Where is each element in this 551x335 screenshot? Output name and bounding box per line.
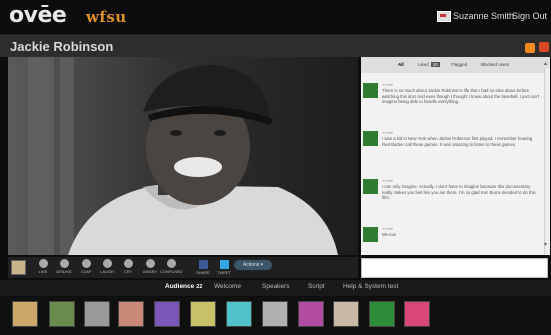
scroll-down-arrow-icon[interactable]: ▾ [544, 242, 550, 248]
audience-avatar[interactable] [12, 301, 38, 327]
confused-icon [166, 259, 176, 268]
comment-author: Yvette [382, 82, 394, 87]
audience-strip [0, 297, 551, 335]
chat-panel: All Liked 10 Flagged Blocked users Yvette… [361, 57, 550, 255]
audience-avatar[interactable] [369, 301, 395, 327]
comment-author: Yvette [382, 226, 394, 231]
reaction-controls: LIKE DISLIKE CLAP LAUGH CRY ANGRY CONFUS… [8, 257, 358, 278]
tab-script[interactable]: Script [308, 283, 325, 290]
audience-avatar[interactable] [226, 301, 252, 327]
program-thumbnail [11, 260, 26, 275]
user-flag-icon [437, 11, 451, 22]
tab-all[interactable]: All [398, 62, 404, 67]
cry-icon [123, 259, 133, 268]
like-button[interactable]: LIKE [32, 259, 54, 274]
sign-out-link[interactable]: Sign Out [512, 11, 547, 21]
comment-scrollbar[interactable] [544, 68, 550, 254]
comment-input[interactable] [361, 258, 548, 278]
comment-list: Yvette There is so much about Jackie Rob… [361, 75, 543, 255]
tab-blocked-users[interactable]: Blocked users [481, 62, 509, 67]
audience-avatar[interactable] [190, 301, 216, 327]
audience-avatar[interactable] [404, 301, 430, 327]
video-frame [8, 57, 358, 255]
avatar [363, 227, 378, 242]
comment-author: Yvette [382, 130, 394, 135]
audience-avatar[interactable] [49, 301, 75, 327]
chat-tabs: All Liked 10 Flagged Blocked users [361, 57, 550, 73]
scroll-up-arrow-icon[interactable]: ▴ [544, 61, 550, 67]
comment-text: Me too! [382, 232, 397, 237]
popout-icon[interactable] [539, 42, 549, 52]
bottom-tabs: Audience 22 Welcome Speakers Script Help … [0, 280, 551, 296]
avatar [363, 83, 378, 98]
title-bar: Jackie Robinson [0, 35, 551, 57]
rss-icon[interactable] [525, 43, 535, 53]
video-player[interactable] [8, 57, 358, 255]
twitter-icon[interactable] [220, 260, 229, 269]
tab-flagged[interactable]: Flagged [451, 62, 467, 67]
page-title: Jackie Robinson [10, 39, 114, 54]
user-name[interactable]: Suzanne Smith [453, 11, 514, 21]
facebook-icon[interactable] [199, 260, 208, 269]
laugh-button[interactable]: LAUGH [96, 259, 118, 274]
wfsu-logo: wfsu [86, 8, 127, 26]
dislike-button[interactable]: DISLIKE [53, 259, 75, 274]
heart-icon [38, 259, 48, 268]
actions-dropdown[interactable]: Actions ▾ [234, 260, 272, 270]
laugh-icon [102, 259, 112, 268]
audience-avatar[interactable] [262, 301, 288, 327]
avatar [363, 131, 378, 146]
audience-avatar[interactable] [84, 301, 110, 327]
tweet-label: TWEET [217, 270, 231, 275]
audience-avatar[interactable] [154, 301, 180, 327]
thumbs-down-icon [59, 259, 69, 268]
top-bar: ovēe wfsu Suzanne Smith Sign Out [0, 0, 551, 35]
tab-help-system-test[interactable]: Help & System test [343, 283, 398, 290]
tab-welcome[interactable]: Welcome [214, 283, 241, 290]
tab-speakers[interactable]: Speakers [262, 283, 289, 290]
audience-avatar[interactable] [118, 301, 144, 327]
cry-button[interactable]: CRY [117, 259, 139, 274]
comment-text: I was a kid in New York when Jackie Robi… [382, 136, 533, 147]
angry-icon [145, 259, 155, 268]
angry-button[interactable]: ANGRY [139, 259, 161, 274]
confused-button[interactable]: CONFUSED [160, 259, 182, 274]
tab-liked[interactable]: Liked 10 [418, 62, 440, 67]
ovee-logo[interactable]: ovēe [9, 3, 67, 28]
share-label: SHARE [196, 270, 210, 275]
audience-avatar[interactable] [333, 301, 359, 327]
clap-button[interactable]: CLAP [75, 259, 97, 274]
comment-text: There is so much about Jackie Robinson's… [382, 88, 540, 105]
audience-avatar[interactable] [298, 301, 324, 327]
audience-count: 22 [196, 284, 203, 290]
liked-count-badge: 10 [430, 62, 440, 67]
comment-text: I can only imagine. Actually, I don't ha… [382, 184, 536, 201]
avatar [363, 179, 378, 194]
clap-icon [81, 259, 91, 268]
tab-audience[interactable]: Audience 22 [165, 283, 202, 290]
comment-author: Yvette [382, 178, 394, 183]
